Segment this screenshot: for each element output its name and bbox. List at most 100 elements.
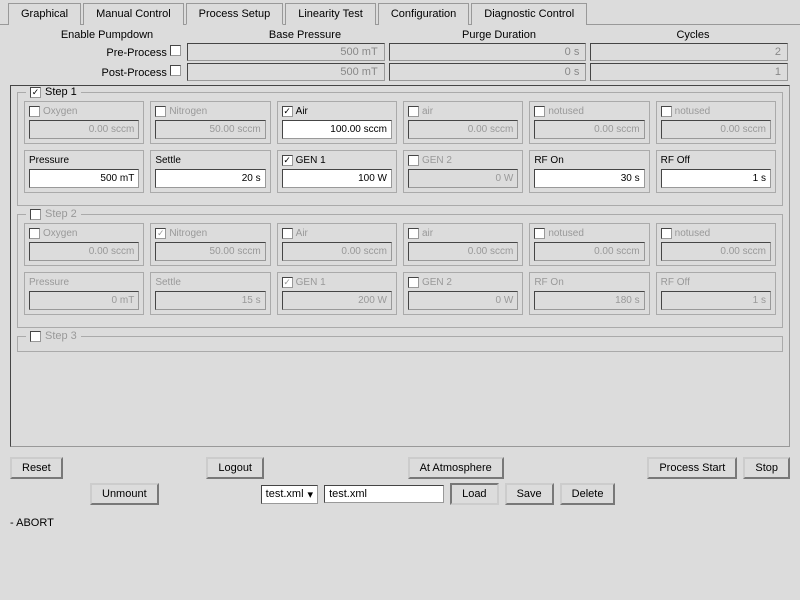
gas-checkbox[interactable] [661, 228, 672, 239]
post-process-checkbox[interactable] [170, 65, 181, 76]
post-duration-input[interactable]: 0 s [389, 63, 587, 81]
gas-checkbox[interactable] [534, 106, 545, 117]
gas-checkbox[interactable] [29, 228, 40, 239]
param-input[interactable]: 1 s [661, 169, 771, 188]
param-input[interactable]: 100 W [282, 169, 392, 188]
step-3-label: Step 3 [45, 330, 77, 342]
file-name-input[interactable]: test.xml [324, 485, 444, 503]
param-label: Pressure [29, 155, 69, 166]
gas-input: 0.00 sccm [408, 242, 518, 261]
tab-graphical[interactable]: Graphical [8, 3, 81, 25]
step-2-checkbox[interactable] [30, 209, 41, 220]
gas-input[interactable]: 100.00 sccm [282, 120, 392, 139]
param-checkbox[interactable]: ✓ [282, 277, 293, 288]
post-process-row: Post-Process [10, 65, 185, 79]
param-input[interactable]: 30 s [534, 169, 644, 188]
step-3-checkbox[interactable] [30, 331, 41, 342]
pre-pressure-input[interactable]: 500 mT [187, 43, 385, 61]
tab-bar: GraphicalManual ControlProcess SetupLine… [0, 0, 800, 24]
gas-checkbox[interactable]: ✓ [282, 106, 293, 117]
param-input[interactable]: 500 mT [29, 169, 139, 188]
param-box: Settle15 s [150, 272, 270, 315]
header-base-pressure: Base Pressure [208, 29, 402, 41]
gas-box: Oxygen 0.00 sccm [24, 101, 144, 144]
param-box: ✓GEN 1 100 W [277, 150, 397, 193]
gas-checkbox[interactable] [155, 106, 166, 117]
param-input: 0 mT [29, 291, 139, 310]
gas-label: air [422, 106, 433, 117]
gas-box: Air0.00 sccm [277, 223, 397, 266]
stop-button[interactable]: Stop [743, 457, 790, 479]
gas-checkbox[interactable] [29, 106, 40, 117]
param-input: 0 W [408, 169, 518, 188]
gas-label: air [422, 228, 433, 239]
step-2-label: Step 2 [45, 208, 77, 220]
tab-content: Enable Pumpdown Base Pressure Purge Dura… [0, 24, 800, 451]
step-1-checkbox[interactable]: ✓ [30, 87, 41, 98]
save-button[interactable]: Save [505, 483, 554, 505]
pre-duration-input[interactable]: 0 s [389, 43, 587, 61]
gas-input: 0.00 sccm [534, 120, 644, 139]
delete-button[interactable]: Delete [560, 483, 616, 505]
param-input[interactable]: 20 s [155, 169, 265, 188]
process-start-button[interactable]: Process Start [647, 457, 737, 479]
gas-box: ✓Air100.00 sccm [277, 101, 397, 144]
tab-process-setup[interactable]: Process Setup [186, 3, 284, 25]
param-input: 0 W [408, 291, 518, 310]
param-box: RF On 180 s [529, 272, 649, 315]
gas-label: notused [675, 228, 711, 239]
param-label: GEN 1 [296, 155, 326, 166]
tab-manual-control[interactable]: Manual Control [83, 3, 184, 25]
tab-diagnostic-control[interactable]: Diagnostic Control [471, 3, 587, 25]
gas-checkbox[interactable]: ✓ [155, 228, 166, 239]
header-pumpdown: Enable Pumpdown [10, 29, 208, 41]
param-box: GEN 2 0 W [403, 272, 523, 315]
logout-button[interactable]: Logout [206, 457, 264, 479]
gas-input: 0.00 sccm [29, 120, 139, 139]
param-input: 200 W [282, 291, 392, 310]
param-label: RF Off [661, 277, 690, 288]
param-label: RF On [534, 277, 563, 288]
load-button[interactable]: Load [450, 483, 498, 505]
gas-checkbox[interactable] [408, 228, 419, 239]
at-atmosphere-button[interactable]: At Atmosphere [408, 457, 504, 479]
param-label: Settle [155, 155, 181, 166]
param-checkbox[interactable]: ✓ [282, 155, 293, 166]
gas-checkbox[interactable] [661, 106, 672, 117]
gas-box: Nitrogen50.00 sccm [150, 101, 270, 144]
gas-input: 0.00 sccm [408, 120, 518, 139]
param-input: 180 s [534, 291, 644, 310]
header-purge-duration: Purge Duration [402, 29, 596, 41]
gas-input: 0.00 sccm [29, 242, 139, 261]
gas-checkbox[interactable] [282, 228, 293, 239]
gas-label: Oxygen [43, 228, 77, 239]
param-box: ✓GEN 1200 W [277, 272, 397, 315]
param-label: Settle [155, 277, 181, 288]
tab-linearity-test[interactable]: Linearity Test [285, 3, 376, 25]
param-checkbox[interactable] [408, 277, 419, 288]
file-select[interactable]: test.xml ▾ [261, 485, 318, 504]
param-label: RF On [534, 155, 563, 166]
param-box: RF Off1 s [656, 272, 776, 315]
gas-label: Oxygen [43, 106, 77, 117]
gas-input: 50.00 sccm [155, 242, 265, 261]
pre-process-row: Pre-Process [10, 45, 185, 59]
gas-label: notused [548, 228, 584, 239]
gas-label: notused [548, 106, 584, 117]
gas-box: air 0.00 sccm [403, 101, 523, 144]
gas-checkbox[interactable] [408, 106, 419, 117]
pre-process-checkbox[interactable] [170, 45, 181, 56]
tab-configuration[interactable]: Configuration [378, 3, 469, 25]
unmount-button[interactable]: Unmount [90, 483, 159, 505]
gas-input: 50.00 sccm [155, 120, 265, 139]
param-checkbox[interactable] [408, 155, 419, 166]
steps-scroll-area[interactable]: ✓Step 1Oxygen0.00 sccmNitrogen50.00 sccm… [10, 85, 790, 447]
param-label: GEN 2 [422, 277, 452, 288]
gas-box: Oxygen 0.00 sccm [24, 223, 144, 266]
pre-cycles-input[interactable]: 2 [590, 43, 788, 61]
post-pressure-input[interactable]: 500 mT [187, 63, 385, 81]
gas-checkbox[interactable] [534, 228, 545, 239]
gas-input: 0.00 sccm [661, 120, 771, 139]
reset-button[interactable]: Reset [10, 457, 63, 479]
post-cycles-input[interactable]: 1 [590, 63, 788, 81]
